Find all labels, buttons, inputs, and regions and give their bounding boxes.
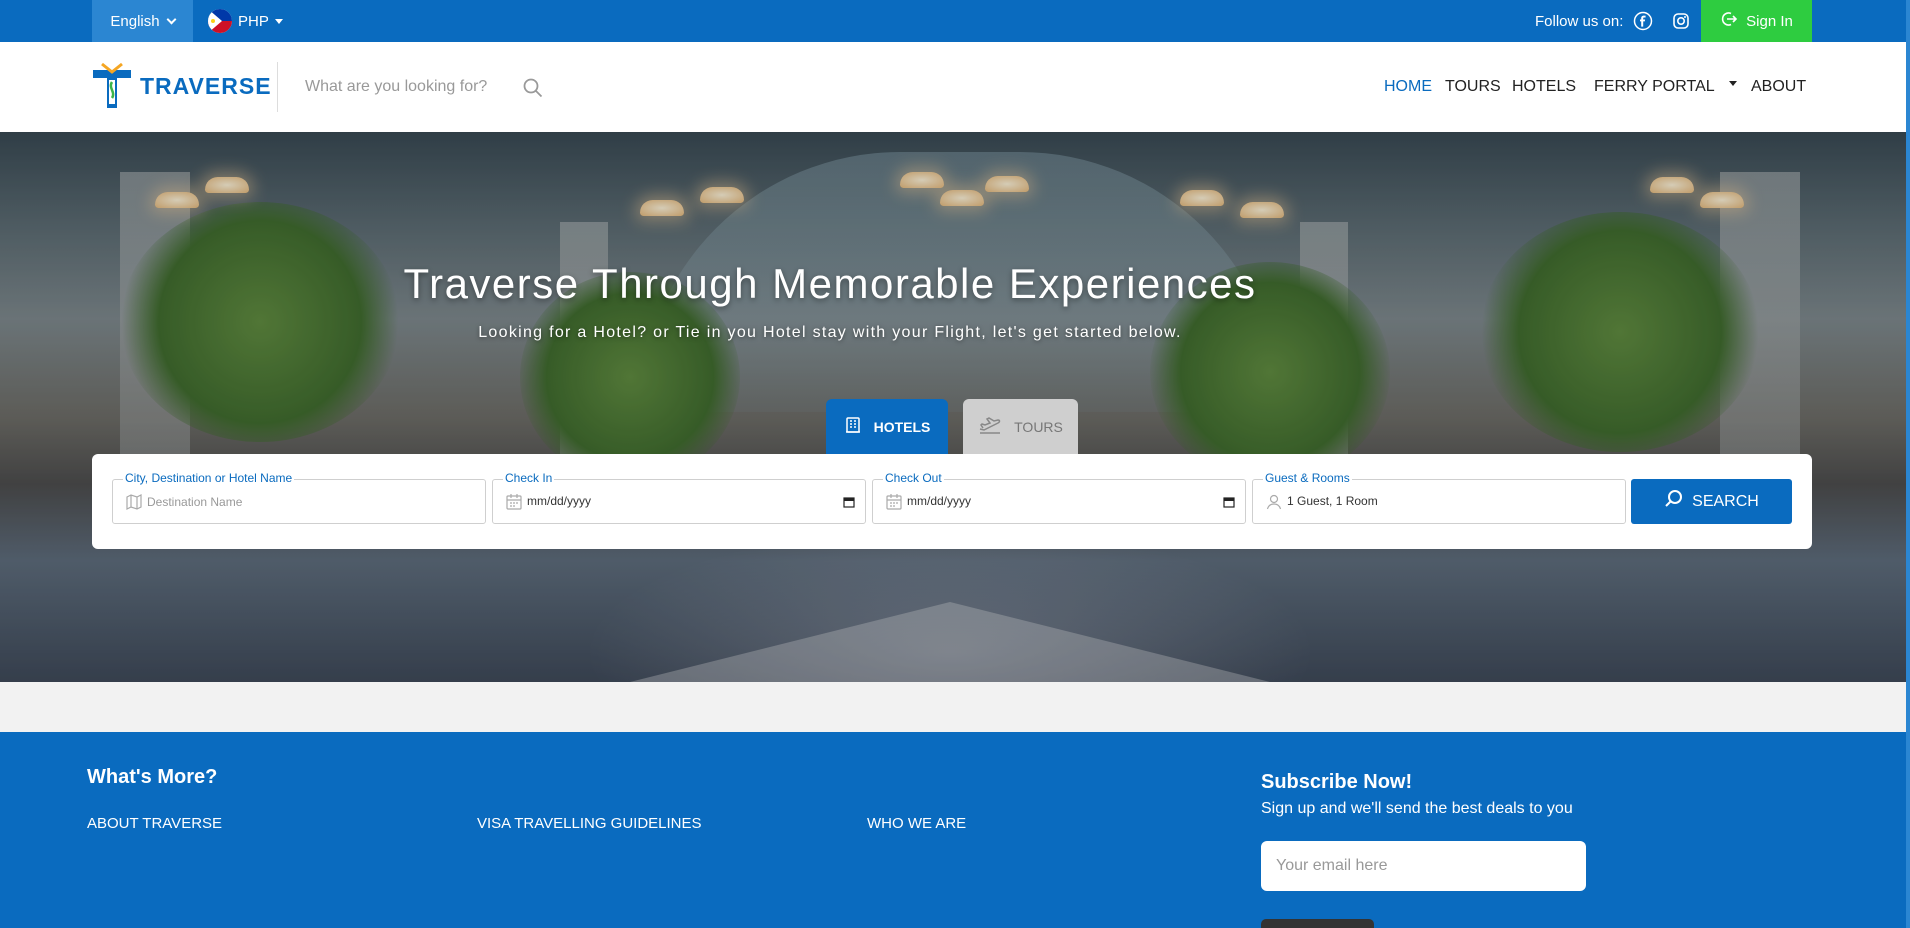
tab-hotels-label: HOTELS (873, 418, 931, 435)
airplane-departure-icon (978, 415, 1002, 438)
language-label: English (110, 12, 160, 30)
hero-title: Traverse Through Memorable Experiences (403, 260, 1257, 307)
hero-subtitle: Looking for a Hotel? or Tie in you Hotel… (478, 324, 1182, 341)
tab-tours[interactable]: TOURS (963, 399, 1078, 454)
facebook-icon[interactable] (1633, 11, 1653, 31)
guests-rooms-field[interactable]: Guest & Rooms 1 Guest, 1 Room (1252, 471, 1626, 524)
instagram-icon[interactable] (1671, 11, 1691, 31)
calendar-icon (885, 493, 903, 511)
language-selector[interactable]: English (92, 0, 193, 42)
footer: What's More? ABOUT TRAVERSE VISA TRAVELL… (0, 732, 1910, 928)
subscribe-email-input[interactable] (1261, 841, 1586, 891)
nav-hotels[interactable]: HOTELS (1512, 42, 1576, 132)
sign-in-button[interactable]: Sign In (1701, 0, 1812, 42)
main-header: TRAVERSE HOME TOURS HOTELS FERRY PORTAL … (0, 42, 1910, 132)
guests-rooms-value: 1 Guest, 1 Room (1287, 494, 1378, 508)
search-button[interactable]: SEARCH (1631, 479, 1792, 524)
nav-ferry-portal[interactable]: FERRY PORTAL (1594, 42, 1737, 132)
destination-input[interactable] (147, 480, 477, 523)
search-icon[interactable] (522, 77, 544, 99)
footer-link-visa-guidelines[interactable]: VISA TRAVELLING GUIDELINES (477, 815, 702, 832)
caret-down-icon (274, 18, 283, 24)
footer-heading: What's More? (87, 766, 218, 788)
header-divider (277, 62, 278, 112)
hotel-building-icon (844, 416, 862, 437)
sign-in-icon (1720, 10, 1738, 32)
check-in-date-input[interactable]: mm/dd/yyyy (527, 494, 591, 508)
section-divider (0, 682, 1910, 732)
site-search-input[interactable] (295, 69, 505, 105)
check-out-field[interactable]: Check Out mm/dd/yyyy (872, 471, 1246, 524)
guests-rooms-label: Guest & Rooms (1263, 471, 1352, 485)
currency-selector[interactable]: PHP (208, 0, 283, 42)
nav-home[interactable]: HOME (1384, 42, 1432, 132)
sign-in-label: Sign In (1746, 12, 1793, 30)
date-picker-icon[interactable] (843, 495, 855, 508)
destination-field[interactable]: City, Destination or Hotel Name (112, 471, 486, 524)
footer-link-about-traverse[interactable]: ABOUT TRAVERSE (87, 815, 222, 832)
scrollbar[interactable] (1906, 0, 1910, 928)
search-icon (1664, 489, 1684, 514)
tab-hotels[interactable]: HOTELS (826, 399, 948, 454)
hotel-search-form: City, Destination or Hotel Name Check In… (92, 454, 1812, 549)
subscribe-button[interactable] (1261, 919, 1374, 928)
map-icon (125, 493, 143, 511)
nav-ferry-label: FERRY PORTAL (1594, 78, 1715, 95)
top-bar: English PHP Follow us on: Sign In (0, 0, 1910, 42)
user-icon (1265, 493, 1283, 511)
subscribe-title: Subscribe Now! (1261, 771, 1413, 793)
follow-us-label: Follow us on: (1535, 12, 1624, 30)
nav-tours[interactable]: TOURS (1445, 42, 1501, 132)
traverse-logo-icon (93, 62, 131, 108)
logo-text: TRAVERSE (140, 72, 272, 99)
check-in-label: Check In (503, 471, 555, 485)
nav-about[interactable]: ABOUT (1751, 42, 1806, 132)
check-out-label: Check Out (883, 471, 944, 485)
subscribe-text: Sign up and we'll send the best deals to… (1261, 800, 1573, 817)
hero-banner: Traverse Through Memorable Experiences L… (0, 132, 1910, 682)
calendar-icon (505, 493, 523, 511)
philippines-flag-icon (208, 9, 232, 33)
caret-down-icon (1728, 80, 1737, 86)
traverse-logo[interactable]: TRAVERSE (90, 62, 272, 110)
search-button-label: SEARCH (1692, 492, 1759, 510)
check-in-field[interactable]: Check In mm/dd/yyyy (492, 471, 866, 524)
tab-tours-label: TOURS (1014, 418, 1063, 435)
check-out-date-input[interactable]: mm/dd/yyyy (907, 494, 971, 508)
chevron-down-icon (166, 14, 177, 24)
hero-overlay (0, 132, 1910, 682)
footer-link-who-we-are[interactable]: WHO WE ARE (867, 815, 966, 832)
currency-label: PHP (238, 12, 269, 30)
date-picker-icon[interactable] (1223, 495, 1235, 508)
